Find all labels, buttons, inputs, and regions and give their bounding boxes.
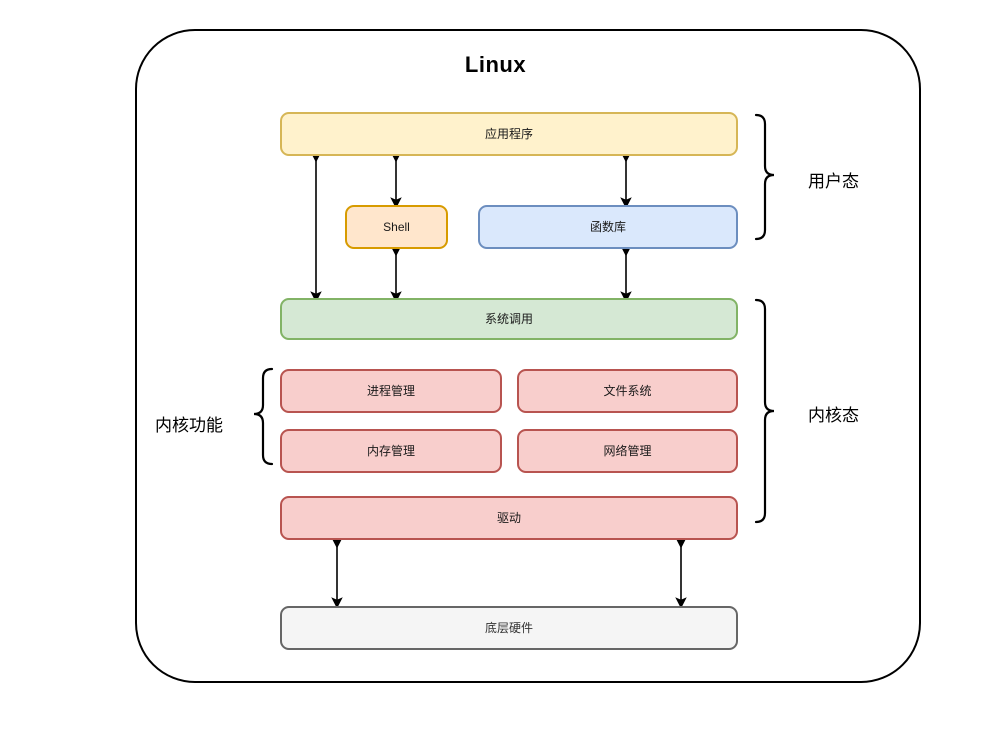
label-kernel-functions: 内核功能	[155, 416, 223, 435]
node-library-label: 函数库	[589, 219, 626, 234]
node-hardware-label: 底层硬件	[484, 620, 533, 635]
node-shell[interactable]: Shell	[345, 205, 448, 249]
label-user-mode: 用户态	[808, 172, 859, 191]
node-hardware[interactable]: 底层硬件	[280, 606, 738, 650]
node-shell-label: Shell	[383, 219, 410, 234]
node-network-management[interactable]: 网络管理	[517, 429, 738, 473]
node-memory-management-label: 内存管理	[366, 443, 415, 458]
node-network-management-label: 网络管理	[603, 443, 652, 458]
node-application[interactable]: 应用程序	[280, 112, 738, 156]
node-application-label: 应用程序	[484, 126, 533, 141]
node-file-system-label: 文件系统	[603, 383, 652, 398]
node-syscall-label: 系统调用	[484, 311, 533, 326]
node-process-management-label: 进程管理	[366, 383, 415, 398]
diagram-canvas: Linux 应用程序 Shell 函数库 系统调用 进程管理 文件系统 内存管理…	[0, 0, 991, 729]
node-syscall[interactable]: 系统调用	[280, 298, 738, 340]
label-kernel-mode: 内核态	[808, 406, 859, 425]
page-title: Linux	[464, 52, 527, 77]
node-library[interactable]: 函数库	[478, 205, 738, 249]
node-process-management[interactable]: 进程管理	[280, 369, 502, 413]
node-memory-management[interactable]: 内存管理	[280, 429, 502, 473]
node-driver-label: 驱动	[496, 510, 521, 525]
node-file-system[interactable]: 文件系统	[517, 369, 738, 413]
node-driver[interactable]: 驱动	[280, 496, 738, 540]
